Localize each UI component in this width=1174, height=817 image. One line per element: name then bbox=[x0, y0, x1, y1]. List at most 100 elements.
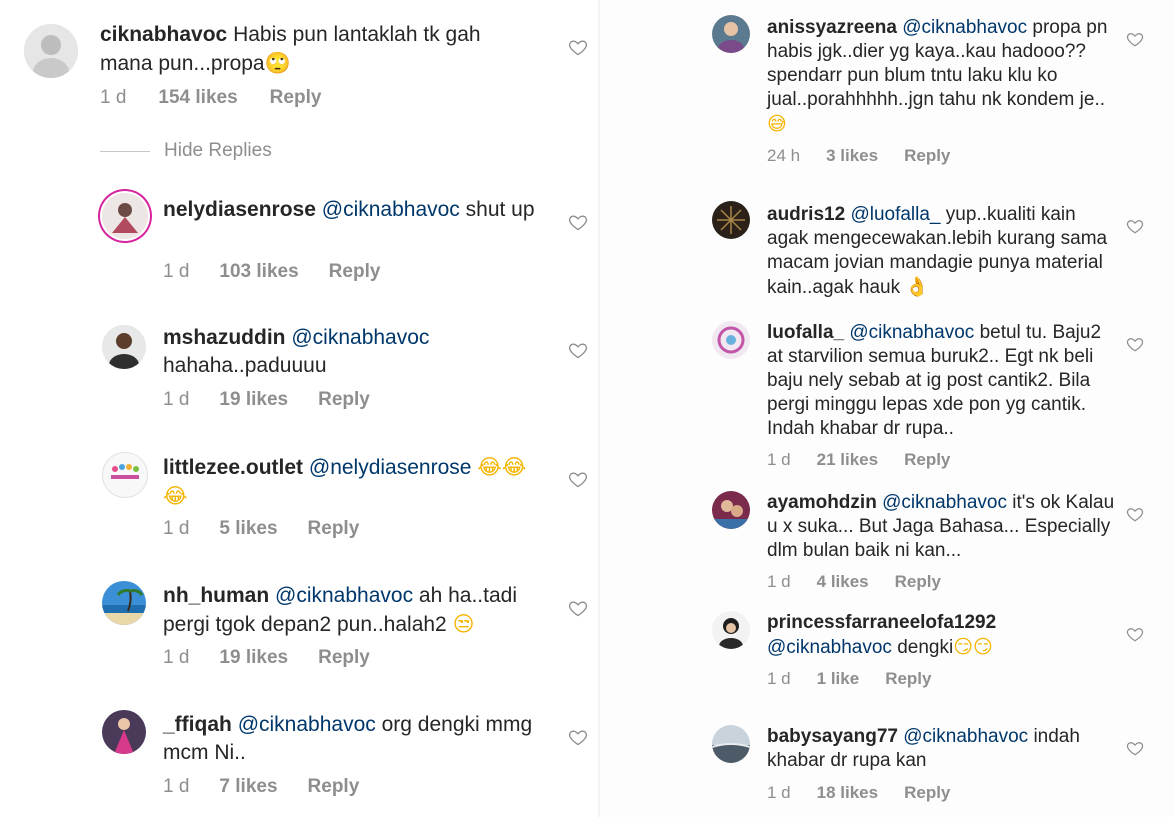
likes-count[interactable]: 19 likes bbox=[219, 389, 288, 410]
heart-outline-icon[interactable] bbox=[1126, 217, 1144, 235]
comment-luofalla: luofalla_ @ciknabhavoc betul tu. Baju2 a… bbox=[600, 315, 1174, 480]
comment-text: princessfarraneelofa1292 @ciknabhavoc de… bbox=[767, 611, 1117, 660]
mention[interactable]: @ciknabhavoc bbox=[902, 17, 1027, 38]
mention[interactable]: @ciknabhavoc bbox=[849, 322, 974, 343]
heart-outline-icon[interactable] bbox=[568, 727, 588, 747]
mention[interactable]: @ciknabhavoc bbox=[238, 713, 376, 736]
reply-button[interactable]: Reply bbox=[904, 450, 950, 469]
mention[interactable]: @ciknabhavoc bbox=[767, 637, 892, 658]
emoji: 🙄 bbox=[264, 51, 291, 75]
heart-outline-icon[interactable] bbox=[568, 598, 588, 618]
comment-princessfarraneelofa1292: princessfarraneelofa1292 @ciknabhavoc de… bbox=[600, 605, 1174, 705]
comment-ayamohdzin: ayamohdzin @ciknabhavoc it's ok Kalau u … bbox=[600, 485, 1174, 600]
comment-text: ciknabhavoc Habis pun lantaklah tk gah m… bbox=[100, 21, 520, 78]
username[interactable]: littlezee.outlet bbox=[163, 456, 303, 479]
avatar[interactable] bbox=[102, 452, 148, 498]
username[interactable]: babysayang77 bbox=[767, 726, 898, 747]
avatar[interactable] bbox=[102, 325, 146, 369]
comment-text: nh_human @ciknabhavoc ah ha..tadi pergi … bbox=[163, 582, 543, 639]
comment-body: dengki bbox=[897, 637, 954, 658]
avatar[interactable] bbox=[712, 201, 750, 239]
username[interactable]: nelydiasenrose bbox=[163, 198, 316, 221]
timestamp: 1 d bbox=[163, 776, 190, 797]
reply-button[interactable]: Reply bbox=[318, 647, 370, 668]
timestamp: 1 d bbox=[767, 572, 791, 591]
timestamp: 1 d bbox=[767, 783, 791, 802]
likes-count[interactable]: 4 likes bbox=[817, 572, 869, 591]
comment-text: littlezee.outlet @nelydiasenrose 😂😂😂 bbox=[163, 453, 543, 511]
heart-outline-icon[interactable] bbox=[1126, 505, 1144, 523]
username[interactable]: nh_human bbox=[163, 584, 269, 607]
likes-count[interactable]: 7 likes bbox=[219, 776, 277, 797]
right-comment-column: anissyazreena @ciknabhavoc propa pn habi… bbox=[600, 0, 1174, 817]
comment-babysayang77: babysayang77 @ciknabhavoc indah khabar d… bbox=[600, 719, 1174, 817]
mention[interactable]: @ciknabhavoc bbox=[322, 198, 460, 221]
likes-count[interactable]: 1 like bbox=[817, 669, 860, 688]
avatar[interactable] bbox=[102, 193, 148, 239]
comment-text: ayamohdzin @ciknabhavoc it's ok Kalau u … bbox=[767, 491, 1117, 563]
likes-count[interactable]: 21 likes bbox=[817, 450, 878, 469]
timestamp: 1 d bbox=[163, 389, 190, 410]
reply-button[interactable]: Reply bbox=[270, 87, 322, 108]
heart-outline-icon[interactable] bbox=[1126, 30, 1144, 48]
avatar[interactable] bbox=[712, 321, 750, 359]
avatar[interactable] bbox=[24, 24, 78, 78]
avatar[interactable] bbox=[712, 725, 750, 763]
reply-button[interactable]: Reply bbox=[885, 669, 931, 688]
comment-body: shut up bbox=[465, 198, 535, 221]
likes-count[interactable]: 18 likes bbox=[817, 783, 878, 802]
likes-count[interactable]: 19 likes bbox=[219, 647, 288, 668]
likes-count[interactable]: 154 likes bbox=[158, 87, 237, 108]
comment-anissyazreena: anissyazreena @ciknabhavoc propa pn habi… bbox=[600, 0, 1174, 180]
likes-count[interactable]: 3 likes bbox=[826, 146, 878, 165]
left-comment-column: ciknabhavoc Habis pun lantaklah tk gah m… bbox=[0, 0, 600, 817]
likes-count[interactable]: 5 likes bbox=[219, 518, 277, 539]
reply-button[interactable]: Reply bbox=[904, 146, 950, 165]
username[interactable]: princessfarraneelofa1292 bbox=[767, 612, 996, 633]
heart-outline-icon[interactable] bbox=[568, 37, 588, 57]
reply-button[interactable]: Reply bbox=[318, 389, 370, 410]
mention[interactable]: @luofalla_ bbox=[850, 204, 940, 225]
avatar[interactable] bbox=[712, 611, 750, 649]
reply-nh-human: nh_human @ciknabhavoc ah ha..tadi pergi … bbox=[0, 571, 600, 681]
username[interactable]: mshazuddin bbox=[163, 326, 286, 349]
avatar[interactable] bbox=[102, 710, 146, 754]
mention[interactable]: @ciknabhavoc bbox=[903, 726, 1028, 747]
mention[interactable]: @ciknabhavoc bbox=[882, 492, 1007, 513]
comment-meta: 1 d 5 likes Reply bbox=[163, 518, 399, 540]
reply-mshazuddin: mshazuddin @ciknabhavoc hahaha..paduuuu … bbox=[0, 313, 600, 423]
comment-text: _ffiqah @ciknabhavoc org dengki mmg mcm … bbox=[163, 711, 543, 767]
avatar[interactable] bbox=[712, 15, 750, 53]
timestamp: 1 d bbox=[767, 669, 791, 688]
reply-nelydiasenrose: nelydiasenrose @ciknabhavoc shut up 1 d1… bbox=[0, 185, 600, 295]
avatar[interactable] bbox=[102, 581, 146, 625]
hide-replies-label[interactable]: Hide Replies bbox=[164, 140, 272, 162]
comment-meta: 1 d 103 likes Reply bbox=[163, 261, 420, 283]
heart-outline-icon[interactable] bbox=[568, 469, 588, 489]
heart-outline-icon[interactable] bbox=[1126, 625, 1144, 643]
username[interactable]: _ffiqah bbox=[163, 713, 232, 736]
heart-outline-icon[interactable] bbox=[1126, 335, 1144, 353]
timestamp: 1 d bbox=[163, 518, 190, 539]
mention[interactable]: @ciknabhavoc bbox=[291, 326, 429, 349]
avatar[interactable] bbox=[712, 491, 750, 529]
reply-button[interactable]: Reply bbox=[329, 261, 381, 282]
heart-outline-icon[interactable] bbox=[568, 340, 588, 360]
username[interactable]: audris12 bbox=[767, 204, 845, 225]
hide-replies-toggle[interactable]: Hide Replies bbox=[100, 140, 272, 162]
reply-button[interactable]: Reply bbox=[904, 783, 950, 802]
reply-button[interactable]: Reply bbox=[308, 776, 360, 797]
username[interactable]: ciknabhavoc bbox=[100, 23, 227, 46]
mention[interactable]: @nelydiasenrose bbox=[309, 456, 472, 479]
comment-body: hahaha..paduuuu bbox=[163, 354, 327, 377]
likes-count[interactable]: 103 likes bbox=[219, 261, 298, 282]
heart-outline-icon[interactable] bbox=[568, 212, 588, 232]
reply-button[interactable]: Reply bbox=[308, 518, 360, 539]
username[interactable]: ayamohdzin bbox=[767, 492, 877, 513]
username[interactable]: anissyazreena bbox=[767, 17, 897, 38]
heart-outline-icon[interactable] bbox=[1126, 739, 1144, 757]
mention[interactable]: @ciknabhavoc bbox=[275, 584, 413, 607]
username[interactable]: luofalla_ bbox=[767, 322, 844, 343]
reply-button[interactable]: Reply bbox=[895, 572, 941, 591]
comment-text: mshazuddin @ciknabhavoc hahaha..paduuuu bbox=[163, 324, 543, 380]
